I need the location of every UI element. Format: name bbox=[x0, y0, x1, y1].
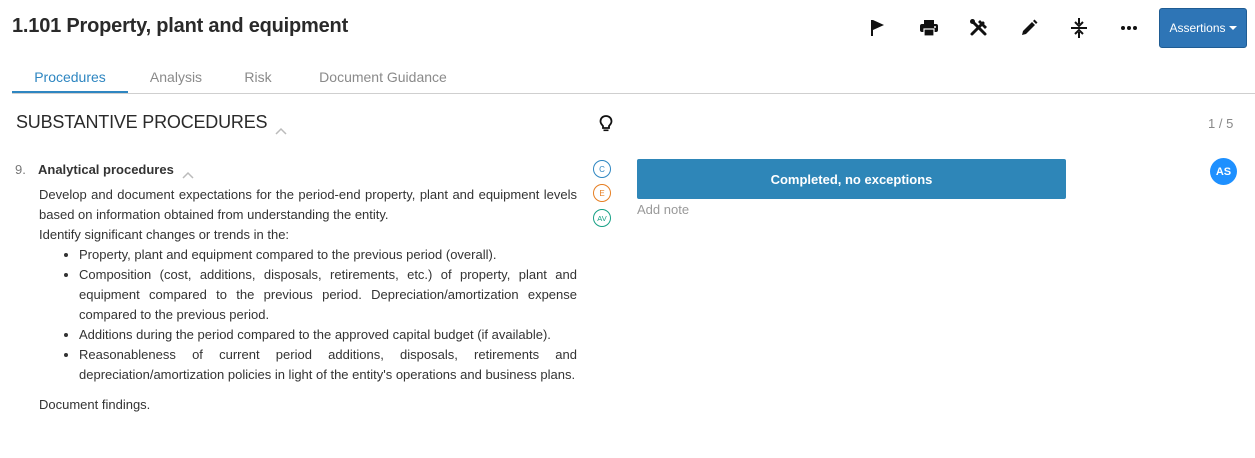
tools-icon bbox=[970, 19, 987, 36]
procedure-bullet-list: Property, plant and equipment compared t… bbox=[39, 245, 577, 385]
list-item: Additions during the period compared to … bbox=[79, 325, 577, 345]
list-item: Property, plant and equipment compared t… bbox=[79, 245, 577, 265]
tab-document-guidance[interactable]: Document Guidance bbox=[308, 62, 458, 93]
procedure-collapse-chevron[interactable] bbox=[182, 166, 194, 184]
page-counter: 1 / 5 bbox=[1208, 116, 1234, 131]
print-button[interactable] bbox=[911, 10, 947, 46]
collapse-icon bbox=[1071, 18, 1087, 38]
procedure-title: Analytical procedures bbox=[38, 162, 174, 177]
procedure-description: Develop and document expectations for th… bbox=[39, 185, 577, 415]
chevron-up-icon bbox=[182, 171, 194, 179]
flag-button[interactable] bbox=[860, 10, 896, 46]
procedure-number: 9. bbox=[15, 162, 26, 177]
pencil-icon bbox=[1022, 19, 1038, 35]
more-button[interactable] bbox=[1111, 10, 1147, 46]
list-item: Composition (cost, additions, disposals,… bbox=[79, 265, 577, 325]
assertion-badge-e[interactable]: E bbox=[593, 184, 611, 202]
avatar[interactable]: AS bbox=[1210, 158, 1237, 185]
assertions-label: Assertions bbox=[1169, 21, 1226, 35]
edit-button[interactable] bbox=[1011, 10, 1047, 46]
section-title: SUBSTANTIVE PROCEDURES bbox=[16, 112, 268, 132]
assertion-badge-c[interactable]: C bbox=[593, 160, 611, 178]
collapse-button[interactable] bbox=[1061, 10, 1097, 46]
procedure-lead: Identify significant changes or trends i… bbox=[39, 227, 290, 242]
guidance-button[interactable] bbox=[598, 114, 614, 139]
assertion-badge-av[interactable]: AV bbox=[593, 209, 611, 227]
section-collapse-chevron[interactable] bbox=[275, 122, 287, 140]
chevron-up-icon bbox=[275, 127, 287, 135]
tools-button[interactable] bbox=[961, 10, 997, 46]
list-item: Reasonableness of current period additio… bbox=[79, 345, 577, 385]
procedure-intro: Develop and document expectations for th… bbox=[39, 187, 577, 222]
tab-analysis[interactable]: Analysis bbox=[140, 62, 212, 93]
flag-icon bbox=[871, 20, 884, 36]
caret-down-icon bbox=[1228, 26, 1237, 30]
page-title: 1.101 Property, plant and equipment bbox=[12, 15, 349, 37]
tabs-divider bbox=[12, 93, 1255, 94]
procedure-closing: Document findings. bbox=[39, 397, 151, 412]
lightbulb-icon bbox=[599, 115, 613, 132]
tab-procedures[interactable]: Procedures bbox=[12, 62, 128, 93]
tab-risk[interactable]: Risk bbox=[234, 62, 282, 93]
more-icon bbox=[1121, 26, 1137, 30]
add-note-link[interactable]: Add note bbox=[637, 202, 689, 217]
assertions-button[interactable]: Assertions bbox=[1159, 8, 1247, 48]
status-button[interactable]: Completed, no exceptions bbox=[637, 159, 1066, 199]
print-icon bbox=[920, 20, 938, 37]
